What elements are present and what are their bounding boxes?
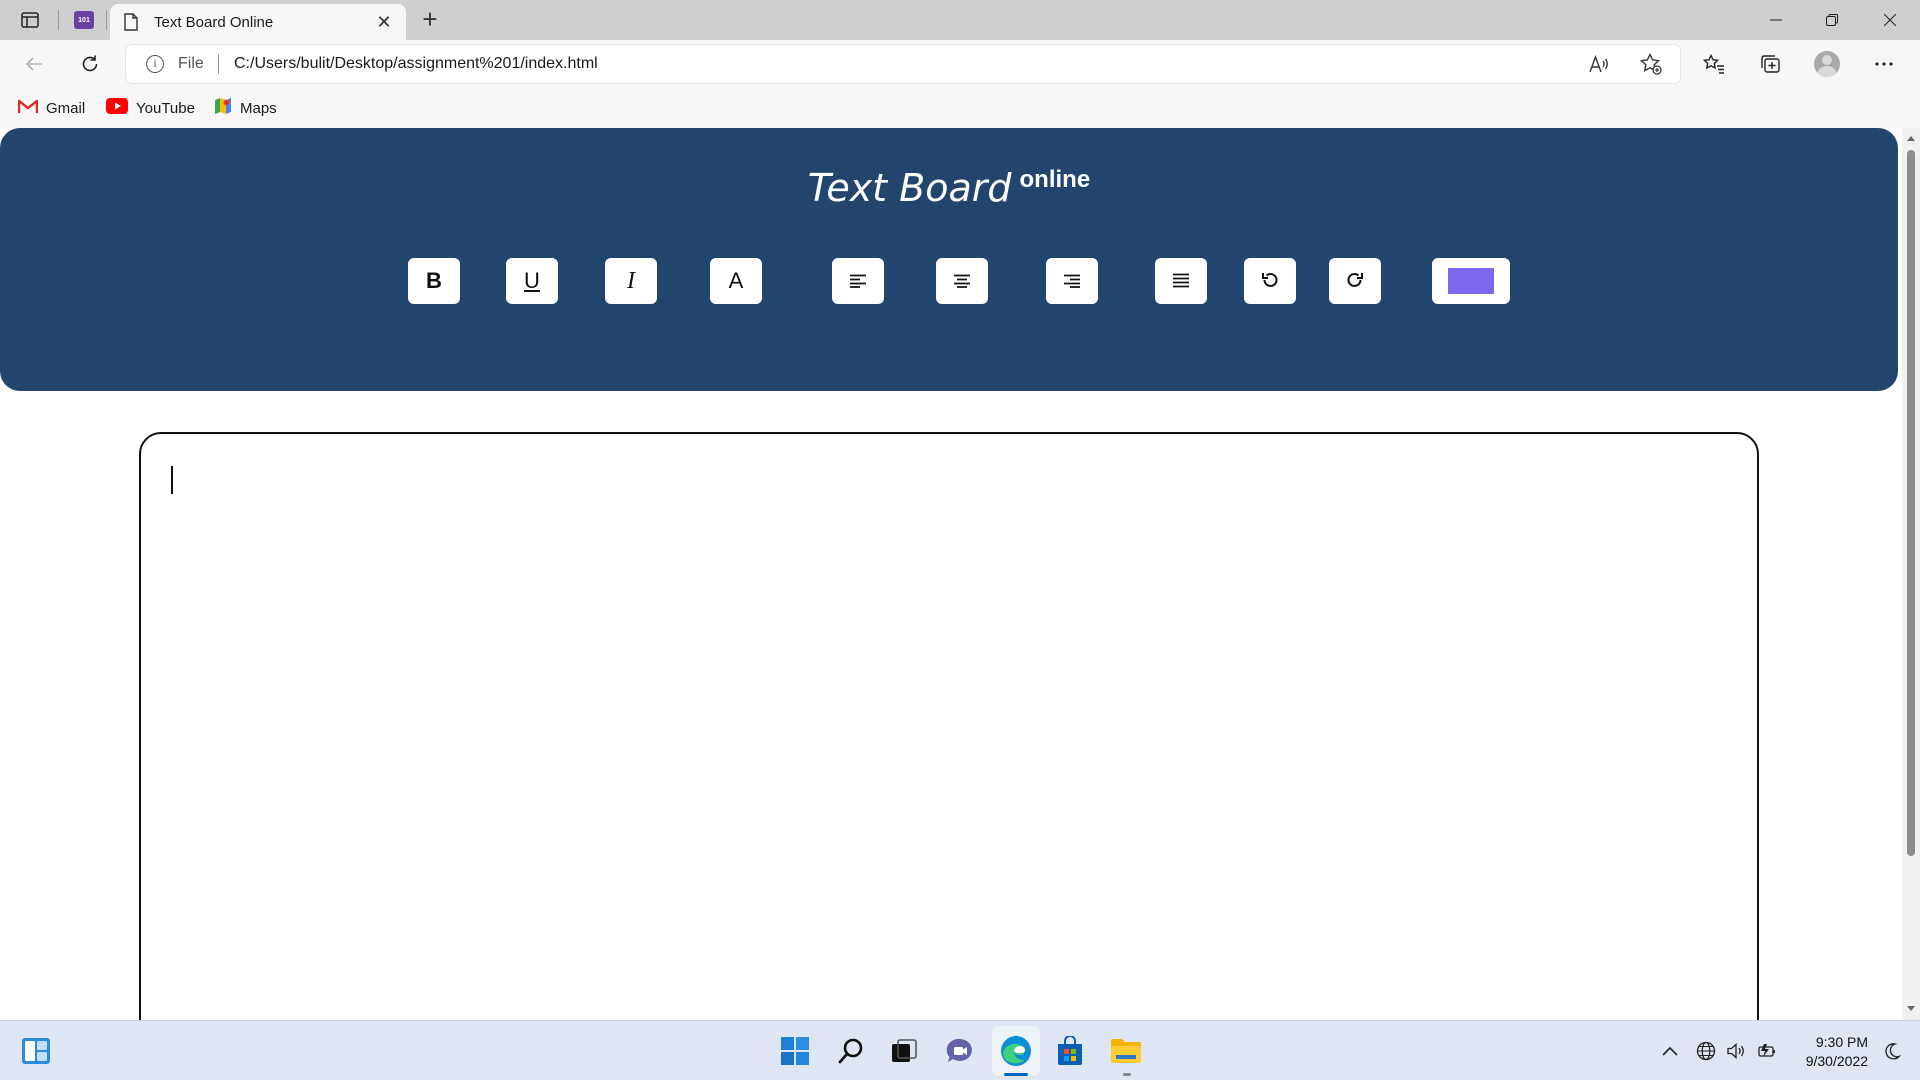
back-icon[interactable] [20,50,48,78]
color-swatch [1448,268,1494,294]
gmail-icon [17,99,39,118]
close-window-icon[interactable] [1862,0,1918,40]
scroll-down-icon[interactable] [1907,1006,1915,1011]
underline-button[interactable]: U [506,258,558,304]
tab-active[interactable]: Text Board Online ✕ [110,4,406,40]
url-text[interactable]: C:/Users/bulit/Desktop/assignment%201/in… [234,55,598,73]
redo-icon [1347,272,1363,287]
bookmark-maps[interactable]: Maps [214,96,277,120]
file-explorer-icon[interactable] [1110,1035,1142,1067]
store-icon[interactable] [1054,1035,1086,1067]
restore-icon[interactable] [1804,0,1860,40]
bookmark-label: YouTube [136,99,195,117]
app-title-suffix: online [1019,166,1091,193]
undo-button[interactable] [1244,258,1296,304]
widgets-icon[interactable] [20,1035,52,1067]
favorites-icon[interactable] [1700,50,1728,78]
battery-icon[interactable] [1754,1039,1778,1063]
bookmark-label: Maps [240,99,277,117]
font-color-button[interactable]: A [710,258,762,304]
profile-avatar[interactable] [1814,51,1840,77]
omnibox-separator [218,54,219,74]
explorer-running-indicator [1123,1073,1131,1076]
tab-separator [106,10,107,30]
align-center-icon [954,274,970,288]
page-scrollbar[interactable] [1902,128,1920,1020]
scroll-thumb[interactable] [1907,150,1915,856]
app-header: Text Board online B U I A [0,128,1898,391]
volume-icon[interactable] [1724,1039,1748,1063]
chevron-up-icon[interactable] [1658,1039,1682,1063]
italic-icon: I [627,267,635,294]
app-title-main: Text Board [807,166,1012,210]
align-right-icon [1064,274,1080,288]
font-color-icon: A [728,268,744,293]
bookmarks-bar: Gmail YouTube Maps [0,88,1920,128]
task-view-icon[interactable] [888,1035,920,1067]
focus-assist-icon[interactable] [1880,1039,1904,1063]
align-right-button[interactable] [1046,258,1098,304]
more-icon[interactable] [1870,50,1898,78]
bold-button[interactable]: B [408,258,460,304]
minimize-icon[interactable] [1748,0,1804,40]
read-aloud-icon[interactable] [1588,53,1610,75]
align-left-button[interactable] [832,258,884,304]
app-title: Text Board online [0,166,1898,210]
color-picker-button[interactable] [1432,258,1510,304]
address-bar: i File C:/Users/bulit/Desktop/assignment… [0,40,1920,88]
redo-button[interactable] [1329,258,1381,304]
omnibox[interactable]: i File C:/Users/bulit/Desktop/assignment… [126,45,1680,83]
pinned-tab[interactable]: 101 [72,8,96,32]
bookmark-gmail[interactable]: Gmail [17,96,86,120]
justify-icon [1173,273,1189,288]
text-editor[interactable] [139,432,1759,1020]
scroll-up-icon[interactable] [1907,136,1915,141]
site-info-icon[interactable]: i [146,55,164,73]
search-icon[interactable] [835,1035,867,1067]
align-center-button[interactable] [936,258,988,304]
tab-close-icon[interactable]: ✕ [372,10,396,34]
text-caret [171,466,173,494]
add-favorite-icon[interactable] [1640,53,1662,75]
tab-actions-icon[interactable] [18,8,42,32]
page-icon [124,13,138,36]
refresh-icon[interactable] [76,50,104,78]
maps-icon [214,97,232,119]
justify-button[interactable] [1155,258,1207,304]
italic-button[interactable]: I [605,258,657,304]
clock[interactable]: 9:30 PM 9/30/2022 [1790,1033,1868,1071]
underline-icon: U [524,268,540,293]
browser-title-bar: 101 Text Board Online ✕ + [0,0,1920,40]
collections-icon[interactable] [1756,50,1784,78]
undo-icon [1262,272,1278,287]
edge-running-indicator [1004,1073,1028,1076]
tab-title: Text Board Online [154,14,274,31]
page-viewport: Text Board online B U I A [0,128,1902,1020]
pinned-tab-icon: 101 [74,11,94,29]
start-icon[interactable] [779,1035,811,1067]
taskbar: 9:30 PM 9/30/2022 [0,1020,1920,1080]
globe-icon[interactable] [1694,1039,1718,1063]
edge-icon[interactable] [1000,1035,1032,1067]
bold-icon: B [426,268,442,293]
clock-time: 9:30 PM [1815,1034,1868,1050]
bookmark-youtube[interactable]: YouTube [106,96,195,120]
scheme-label: File [178,55,204,72]
clock-date: 9/30/2022 [1805,1053,1868,1069]
new-tab-button[interactable]: + [416,6,444,34]
chat-icon[interactable] [944,1035,976,1067]
tab-separator [58,10,59,30]
youtube-icon [106,98,128,118]
bookmark-label: Gmail [46,99,86,117]
align-left-icon [850,274,866,288]
